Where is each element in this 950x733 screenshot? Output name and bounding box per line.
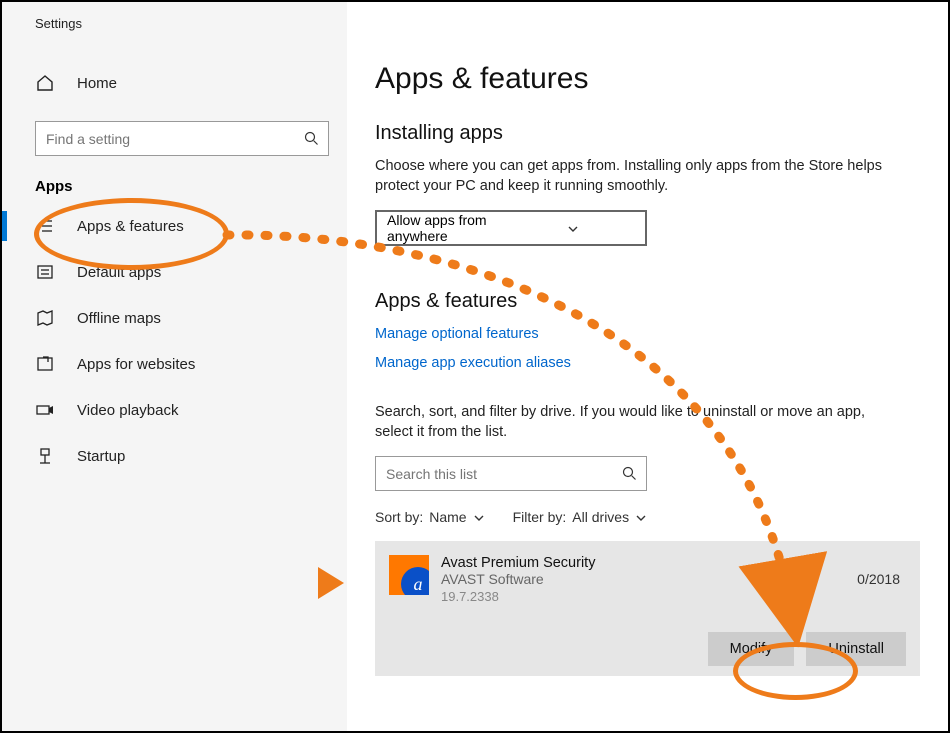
window-title: Settings — [2, 16, 347, 31]
chevron-down-icon — [635, 511, 647, 523]
search-icon — [294, 131, 328, 146]
installing-apps-desc: Choose where you can get apps from. Inst… — [375, 157, 895, 196]
install-source-dropdown[interactable]: Allow apps from anywhere — [375, 210, 647, 246]
main-content: Apps & features Installing apps Choose w… — [347, 2, 948, 731]
list-icon — [35, 216, 55, 236]
sidebar-item-apps-features[interactable]: Apps & features — [2, 203, 347, 249]
link-app-icon — [35, 354, 55, 374]
sidebar-item-label: Video playback — [77, 402, 178, 419]
filter-value: All drives — [572, 509, 629, 525]
dropdown-value: Allow apps from anywhere — [387, 212, 511, 244]
sidebar-item-offline-maps[interactable]: Offline maps — [2, 295, 347, 341]
installing-apps-heading: Installing apps — [375, 122, 920, 145]
home-label: Home — [77, 75, 117, 92]
modify-button[interactable]: Modify — [708, 632, 795, 666]
sort-value: Name — [429, 509, 466, 525]
app-date: 0/2018 — [857, 571, 900, 587]
app-card[interactable]: a Avast Premium Security AVAST Software … — [375, 541, 920, 676]
search-list-box[interactable] — [375, 456, 647, 491]
sidebar-section-header: Apps — [2, 156, 347, 203]
find-setting-input[interactable] — [36, 131, 294, 147]
find-setting-search[interactable] — [35, 121, 329, 156]
app-version: 19.7.2338 — [441, 589, 906, 604]
sidebar-item-video-playback[interactable]: Video playback — [2, 387, 347, 433]
uninstall-button[interactable]: Uninstall — [806, 632, 906, 666]
sidebar-item-startup[interactable]: Startup — [2, 433, 347, 479]
home-nav[interactable]: Home — [2, 65, 347, 101]
sort-label: Sort by: — [375, 509, 423, 525]
page-title: Apps & features — [375, 62, 920, 96]
app-icon: a — [389, 555, 429, 595]
home-icon — [35, 73, 55, 93]
map-icon — [35, 308, 55, 328]
chevron-down-icon — [511, 222, 635, 234]
chevron-down-icon — [473, 511, 485, 523]
app-name: Avast Premium Security — [441, 555, 906, 571]
link-optional-features[interactable]: Manage optional features — [375, 326, 539, 342]
filter-picker[interactable]: Filter by: All drives — [513, 509, 647, 525]
sidebar-item-label: Startup — [77, 448, 125, 465]
filter-label: Filter by: — [513, 509, 567, 525]
filter-desc: Search, sort, and filter by drive. If yo… — [375, 403, 895, 442]
sidebar-item-label: Apps & features — [77, 218, 184, 235]
apps-features-heading: Apps & features — [375, 290, 920, 313]
app-publisher: AVAST Software — [441, 571, 906, 587]
sidebar-item-apps-websites[interactable]: Apps for websites — [2, 341, 347, 387]
sidebar: Settings Home Apps Apps & features Defa — [2, 2, 347, 731]
link-execution-aliases[interactable]: Manage app execution aliases — [375, 355, 571, 371]
search-icon — [612, 466, 646, 481]
video-icon — [35, 400, 55, 420]
startup-icon — [35, 446, 55, 466]
sidebar-item-label: Offline maps — [77, 310, 161, 327]
sidebar-item-label: Default apps — [77, 264, 161, 281]
sort-picker[interactable]: Sort by: Name — [375, 509, 485, 525]
search-list-input[interactable] — [376, 466, 612, 482]
defaults-icon — [35, 262, 55, 282]
sidebar-item-label: Apps for websites — [77, 356, 195, 373]
sidebar-item-default-apps[interactable]: Default apps — [2, 249, 347, 295]
